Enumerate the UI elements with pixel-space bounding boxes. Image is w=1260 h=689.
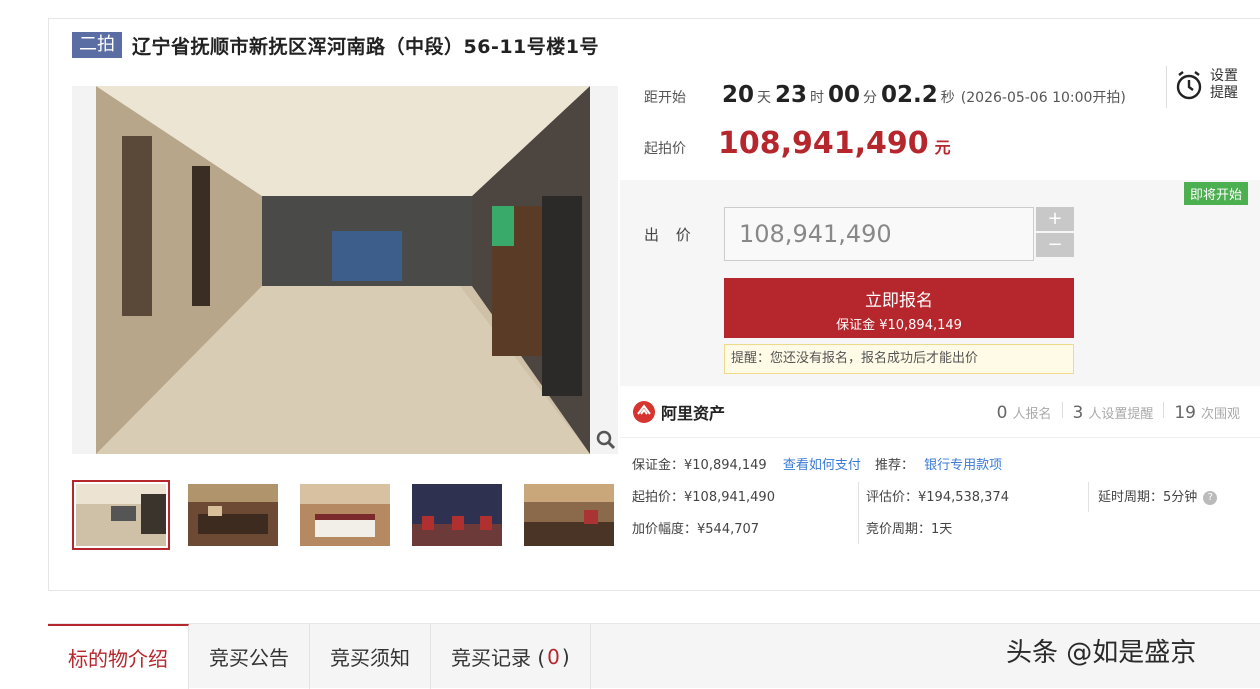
tab-bid-record[interactable]: 竞买记录 (0)	[431, 624, 591, 689]
status-badge: 即将开始	[1183, 182, 1248, 205]
signup-button[interactable]: 立即报名 保证金 ¥10,894,149	[724, 278, 1074, 338]
set-reminder-button[interactable]: 设置 提醒	[1174, 68, 1238, 102]
signup-count: 0	[996, 403, 1008, 423]
start-price-value: 108,941,490	[718, 126, 929, 161]
view-count-label: 次围观	[1200, 407, 1240, 422]
tab-item-intro[interactable]: 标的物介绍	[48, 624, 189, 689]
thumbnail-1[interactable]	[72, 480, 170, 550]
recommend-label: 推荐：	[875, 458, 915, 473]
bank-funds-link[interactable]: 银行专用款项	[924, 458, 1002, 473]
signup-label: 立即报名	[865, 291, 933, 311]
alarm-clock-icon	[1176, 71, 1202, 100]
stats: 0 人报名 3 人设置提醒 19 次围观	[997, 402, 1240, 423]
countdown-days-unit: 天	[757, 90, 772, 106]
countdown-hours-unit: 时	[810, 90, 825, 106]
deposit-note: 保证金 ¥10,894,149	[836, 318, 962, 333]
title-row: 二拍 辽宁省抚顺市新抚区浑河南路（中段）56-11号楼1号	[72, 30, 599, 60]
countdown-days: 20	[722, 82, 755, 108]
auction-info-top: 距开始 20 天 23 时 00 分 02.2 秒 (2026-05-06 10…	[620, 66, 1260, 180]
countdown-seconds-unit: 秒	[940, 90, 955, 106]
start-price-label: 起拍价	[644, 141, 686, 157]
decrease-bid-button[interactable]: −	[1036, 233, 1074, 257]
auction-round-badge: 二拍	[72, 32, 122, 58]
main-photo[interactable]	[72, 86, 618, 454]
signup-reminder: 提醒：您还没有报名，报名成功后才能出价	[724, 344, 1074, 374]
reminder-count-label: 人设置提醒	[1088, 407, 1154, 422]
how-to-pay-link[interactable]: 查看如何支付	[783, 458, 861, 473]
increment: 加价幅度：¥544,707	[632, 522, 760, 537]
countdown-minutes-unit: 分	[863, 90, 878, 106]
thumbnail-3[interactable]	[296, 480, 394, 550]
countdown-seconds: 02.2	[881, 82, 938, 108]
alarm-divider	[1166, 66, 1167, 108]
page-title: 辽宁省抚顺市新抚区浑河南路（中段）56-11号楼1号	[132, 35, 599, 58]
view-count: 19	[1174, 403, 1196, 423]
thumbnail-4[interactable]	[408, 480, 506, 550]
signup-count-label: 人报名	[1012, 407, 1052, 422]
countdown-row: 距开始 20 天 23 时 00 分 02.2 秒 (2026-05-06 10…	[644, 82, 1126, 108]
countdown-minutes: 00	[828, 82, 861, 108]
start-price-detail: 起拍价：¥108,941,490	[632, 490, 775, 505]
deposit-text: 保证金：¥10,894,149	[632, 458, 767, 473]
bid-record-count: 0	[547, 644, 560, 669]
help-icon[interactable]: ?	[1203, 490, 1218, 505]
platform-stats-row: 阿里资产 0 人报名 3 人设置提醒 19 次围观	[620, 388, 1260, 438]
reminder-count: 3	[1072, 403, 1084, 423]
appraisal-price: 评估价：¥194,538,374	[866, 490, 1009, 505]
bid-panel: 即将开始 出 价 108,941,490 + − 立即报名 保证金 ¥10,89…	[620, 180, 1260, 386]
watermark: 头条 @如是盛京	[1006, 638, 1197, 668]
bid-cycle: 竞价周期：1天	[866, 522, 953, 537]
countdown-hours: 23	[775, 82, 808, 108]
bid-label: 出 价	[644, 226, 697, 244]
start-price-unit: 元	[934, 138, 951, 157]
tab-announcement[interactable]: 竞买公告	[189, 624, 310, 689]
ali-asset-icon	[633, 401, 655, 423]
zoom-icon[interactable]	[594, 428, 618, 452]
thumbnail-5[interactable]	[520, 480, 618, 550]
start-time-note: (2026-05-06 10:00开拍)	[960, 90, 1126, 106]
stat-divider	[1163, 402, 1165, 418]
stat-divider	[1061, 402, 1063, 418]
countdown-label: 距开始	[644, 90, 686, 106]
thumbnail-2[interactable]	[184, 480, 282, 550]
tab-notice[interactable]: 竞买须知	[310, 624, 431, 689]
column-divider	[858, 482, 859, 544]
increase-bid-button[interactable]: +	[1036, 207, 1074, 231]
column-divider	[1088, 482, 1089, 512]
alarm-label: 设置 提醒	[1210, 68, 1238, 101]
delay-period: 延时周期：5分钟?	[1098, 486, 1218, 505]
platform-logo[interactable]: 阿里资产	[632, 400, 725, 424]
thumbnail-strip	[72, 480, 632, 550]
platform-name: 阿里资产	[661, 404, 726, 423]
deposit-line: 保证金：¥10,894,149 查看如何支付 推荐： 银行专用款项	[632, 454, 1002, 473]
start-price-row: 起拍价 108,941,490 元	[644, 126, 951, 161]
bid-amount-input[interactable]: 108,941,490	[724, 207, 1034, 261]
lobby-photo	[96, 86, 590, 454]
